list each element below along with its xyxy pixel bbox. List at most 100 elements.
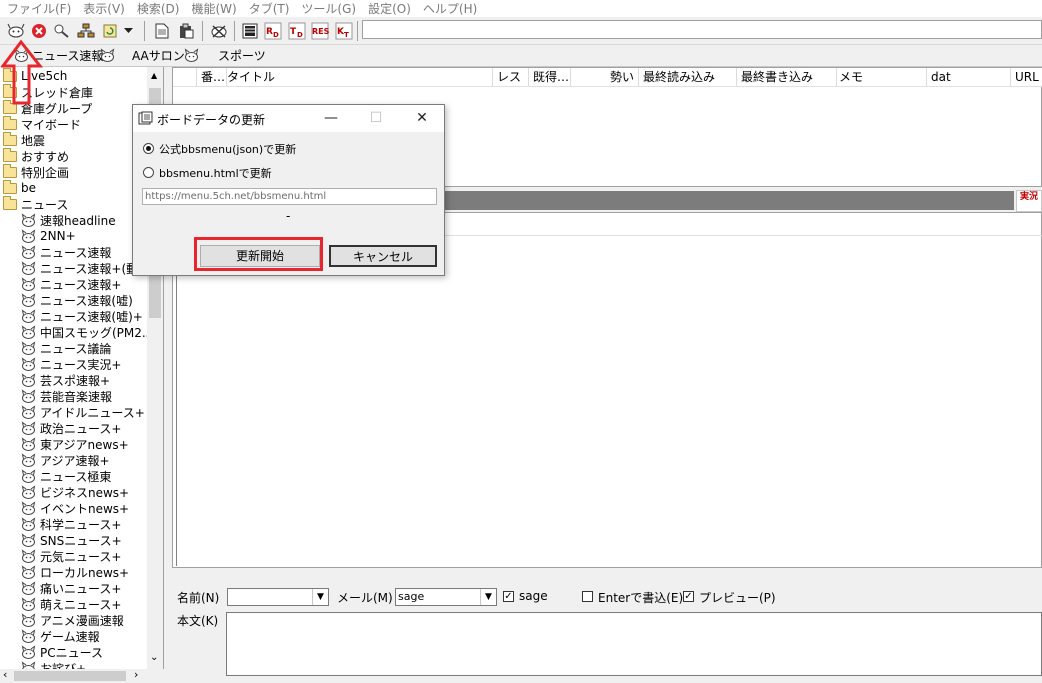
tree-folder[interactable]: おすすめ (3, 147, 70, 164)
tree-folder[interactable]: ニュース (3, 195, 68, 212)
body-textarea[interactable] (226, 612, 1042, 676)
image-viewer-icon[interactable] (240, 21, 260, 41)
tree-folder[interactable]: 特別企画 (3, 163, 69, 180)
tree-board[interactable]: ゲーム速報 (21, 628, 100, 644)
board-tab-label: スポーツ (218, 49, 266, 63)
tree-board[interactable]: SNSニュース+ (21, 532, 122, 548)
new-document-icon[interactable] (152, 21, 172, 41)
tree-board[interactable]: ニュース速報 (21, 244, 111, 260)
tree-board[interactable]: 芸スポ速報+ (21, 372, 110, 388)
column-header[interactable]: レス (493, 68, 529, 86)
kakiko-icon[interactable]: KT (334, 21, 354, 41)
tree-board[interactable]: ニュース極東 (21, 468, 111, 484)
tree-board[interactable]: 速報headline (21, 212, 116, 228)
html-update-radio[interactable] (143, 167, 154, 178)
tree-board[interactable]: 元気ニュース+ (21, 548, 121, 564)
res-icon[interactable]: RES (310, 21, 330, 41)
tree-board[interactable]: 萌えニュース+ (21, 596, 121, 612)
search-tool-icon[interactable] (52, 21, 72, 41)
tree-board[interactable]: PCニュース (21, 644, 103, 660)
column-header[interactable]: 最終読み込み (639, 68, 737, 86)
board-icon (21, 500, 36, 515)
tree-board[interactable]: アニメ漫画速報 (21, 612, 124, 628)
tree-folder[interactable]: be (3, 179, 36, 196)
tree-board[interactable]: ニュース議論 (21, 340, 111, 356)
clipboard-icon[interactable] (176, 21, 196, 41)
address-bar[interactable] (362, 20, 1042, 39)
sage-checkbox[interactable]: ✓ (503, 591, 514, 602)
tree-board-label: 2NN+ (40, 229, 76, 243)
preview-checkbox[interactable]: ✓ (683, 591, 694, 602)
tree-board[interactable]: ビジネスnews+ (21, 484, 129, 500)
tree-folder[interactable]: 地震 (3, 131, 46, 148)
tree-hscroll-thumb[interactable] (14, 671, 126, 681)
tree-board[interactable]: イベントnews+ (21, 500, 129, 516)
column-header[interactable]: dat (927, 68, 1011, 86)
tree-board[interactable]: ローカルnews+ (21, 564, 129, 580)
column-header[interactable]: 勢い (571, 68, 639, 86)
tree-board[interactable]: お詫び+ (21, 660, 86, 669)
json-update-radio[interactable] (143, 143, 154, 154)
close-board-icon[interactable] (209, 21, 229, 41)
scroll-up-icon[interactable]: ▲ (151, 71, 157, 80)
board-tab-aasalon[interactable]: AAサロン (100, 47, 185, 64)
read-res-icon[interactable]: RD (263, 21, 283, 41)
tree-board[interactable]: 2NN+ (21, 228, 76, 244)
tree-board-label: 萌えニュース+ (40, 597, 122, 612)
board-icon (21, 452, 36, 467)
menu-item[interactable]: ツール(G) (294, 0, 361, 17)
tree-folder-label: おすすめ (21, 149, 70, 164)
tree-board[interactable]: アイドルニュース+ (21, 404, 145, 420)
scroll-right-icon[interactable]: › (134, 668, 138, 681)
mail-combo[interactable]: sage ▼ (395, 588, 497, 606)
column-icon-header[interactable] (173, 68, 197, 86)
menu-item[interactable]: 機能(W) (184, 0, 241, 17)
tree-board[interactable]: ニュース速報(嘘)+ (21, 308, 143, 324)
dialog-title: ボードデータの更新 (157, 113, 266, 127)
refresh-icon[interactable] (100, 21, 120, 41)
tree-board[interactable]: 東アジアnews+ (21, 436, 129, 452)
jikkyo-button[interactable]: 実況 (1016, 190, 1042, 212)
board-tab-sports[interactable]: スポーツ (184, 47, 266, 64)
column-header[interactable]: タイトル (223, 68, 493, 86)
tree-board-label: 芸能音楽速報 (40, 389, 113, 404)
menu-item[interactable]: ヘルプ(H) (416, 0, 482, 17)
enter-submit-checkbox[interactable] (582, 591, 593, 602)
tree-board[interactable]: 痛いニュース+ (21, 580, 121, 596)
tree-board[interactable]: ニュース速報(嘘) (21, 292, 133, 308)
menu-item[interactable]: ファイル(F) (0, 0, 76, 17)
column-header[interactable]: 既得… (529, 68, 571, 86)
column-header[interactable]: 最終書き込み (737, 68, 837, 86)
tree-board[interactable]: 芸能音楽速報 (21, 388, 112, 404)
scroll-down-icon[interactable]: ⌄ (150, 652, 158, 663)
tree-folder[interactable]: マイボード (3, 115, 81, 132)
column-header[interactable]: URL (1011, 68, 1042, 86)
close-icon[interactable]: ✕ (412, 109, 432, 127)
menu-item[interactable]: 表示(V) (76, 0, 130, 17)
name-combo[interactable]: ▼ (227, 588, 329, 606)
dropdown-arrow-icon[interactable] (122, 21, 134, 41)
stop-icon[interactable] (29, 21, 49, 41)
menu-item[interactable]: タブ(T) (242, 0, 295, 17)
menu-item[interactable]: 検索(D) (130, 0, 185, 17)
cancel-button[interactable]: キャンセル (329, 245, 437, 267)
tree-board[interactable]: 政治ニュース+ (21, 420, 121, 436)
tree-board[interactable]: ニュース速報+ (21, 276, 121, 292)
chevron-down-icon[interactable]: ▼ (480, 589, 496, 605)
scroll-left-icon[interactable]: ‹ (3, 668, 7, 681)
menu-item[interactable]: 設定(O) (361, 0, 416, 17)
chevron-down-icon[interactable]: ▼ (312, 589, 328, 605)
dialog-titlebar[interactable]: ボードデータの更新 — ☐ ✕ (133, 105, 444, 132)
tree-board[interactable]: アジア速報+ (21, 452, 110, 468)
thread-read-icon[interactable]: TD (287, 21, 307, 41)
tree-icon[interactable] (76, 21, 96, 41)
tree-board[interactable]: ニュース実況+ (21, 356, 121, 372)
minimize-icon[interactable]: — (321, 109, 341, 127)
bbsmenu-url-field[interactable]: https://menu.5ch.net/bbsmenu.html (142, 188, 437, 205)
tree-folder-label: 地震 (21, 133, 46, 148)
board-update-icon[interactable] (6, 21, 26, 41)
tree-board[interactable]: 科学ニュース+ (21, 516, 121, 532)
column-header[interactable]: メモ (835, 68, 927, 86)
tree-board[interactable]: ニュース速報+(動 (21, 260, 138, 276)
tree-board[interactable]: 中国スモッグ(PM2.5) (21, 324, 158, 340)
